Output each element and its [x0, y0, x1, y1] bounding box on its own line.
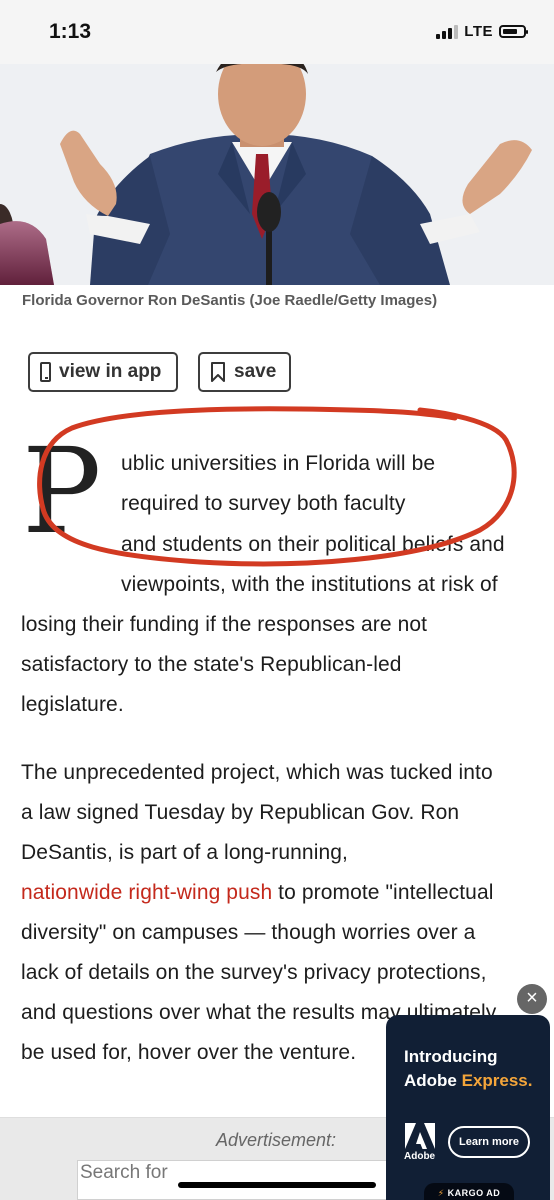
view-in-app-label: view in app	[59, 361, 162, 382]
article-line: and students on their political beliefs …	[121, 533, 505, 556]
article-line: be used for, hover over the venture.	[21, 1041, 357, 1064]
article-line: DeSantis, is part of a long-running,	[21, 841, 348, 864]
adobe-wordmark: Adobe	[404, 1151, 436, 1162]
status-time: 1:13	[49, 20, 92, 43]
learn-more-button[interactable]: Learn more	[448, 1126, 530, 1158]
article-line: satisfactory to the state's Republican-l…	[21, 653, 402, 676]
ad-title-product: Express.	[461, 1070, 533, 1090]
adobe-express-ad[interactable]: Introducing Adobe Express. Adobe Learn m…	[386, 1015, 550, 1200]
bolt-icon: ⚡	[437, 1188, 445, 1198]
save-button[interactable]: save	[198, 352, 291, 392]
ad-title: Introducing Adobe Express.	[404, 1045, 533, 1093]
article-line: lack of details on the survey's privacy …	[21, 961, 487, 984]
article-line: a law signed Tuesday by Republican Gov. …	[21, 801, 460, 824]
article-line: required to survey both faculty	[121, 492, 406, 515]
home-indicator	[178, 1182, 376, 1188]
article-line-with-link: nationwide right-wing push to promote "i…	[21, 881, 494, 905]
bookmark-icon	[211, 362, 225, 382]
drop-cap: P	[22, 422, 102, 560]
adobe-logo-icon	[405, 1123, 435, 1149]
close-ad-button[interactable]: ×	[517, 984, 547, 1014]
ad-title-brand: Adobe	[404, 1070, 462, 1090]
advertisement-label: Advertisement:	[216, 1130, 337, 1150]
kargo-label: KARGO AD	[447, 1188, 501, 1198]
search-text: Search for	[80, 1162, 168, 1183]
phone-icon	[40, 362, 51, 382]
article-line: diversity" on campuses — though worries …	[21, 921, 476, 944]
network-label: LTE	[464, 23, 493, 40]
status-bar: 1:13 LTE	[0, 0, 554, 64]
article-line: The unprecedented project, which was tuc…	[21, 761, 493, 784]
view-in-app-button[interactable]: view in app	[28, 352, 178, 392]
article-line: losing their funding if the responses ar…	[21, 613, 428, 636]
ad-title-line1: Introducing	[404, 1047, 498, 1066]
hero-image	[0, 64, 554, 285]
article-line: viewpoints, with the institutions at ris…	[121, 573, 498, 596]
image-caption: Florida Governor Ron DeSantis (Joe Raedl…	[22, 292, 438, 309]
article-line: legislature.	[21, 693, 124, 716]
article-line: ublic universities in Florida will be	[121, 452, 436, 475]
battery-icon	[499, 25, 528, 38]
save-label: save	[234, 361, 277, 382]
article-text: to promote "intellectual	[272, 881, 494, 904]
kargo-ad-badge: ⚡ KARGO AD	[424, 1183, 514, 1200]
signal-icon	[436, 24, 459, 39]
nationwide-push-link[interactable]: nationwide right-wing push	[21, 881, 272, 904]
status-indicators: LTE	[436, 23, 528, 40]
